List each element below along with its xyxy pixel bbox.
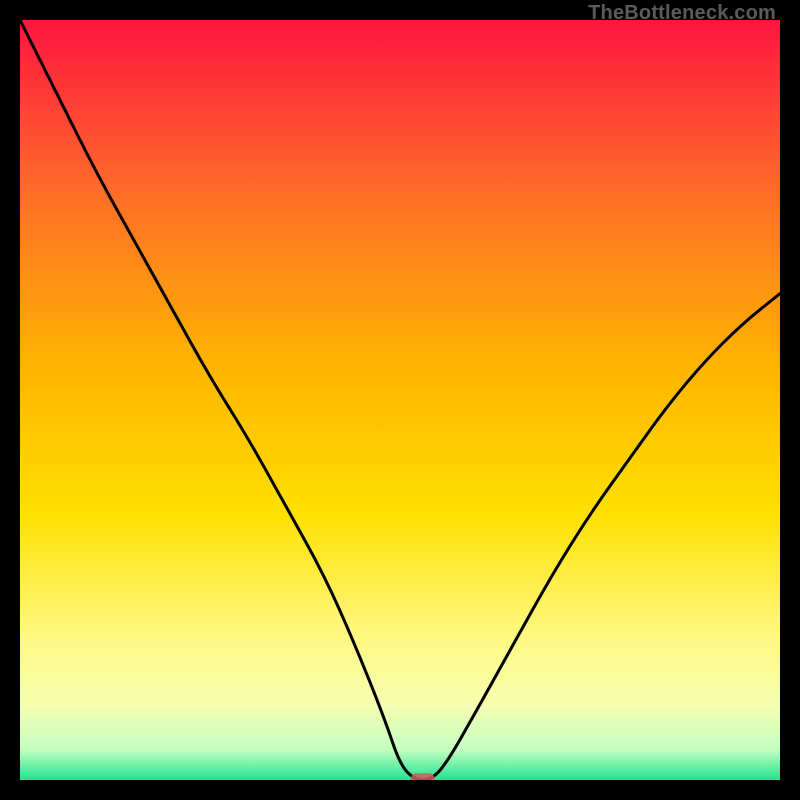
gradient-background (20, 20, 780, 780)
watermark-text: TheBottleneck.com (588, 2, 776, 25)
minimum-marker (411, 773, 435, 780)
chart-frame (20, 20, 780, 780)
chart-svg (20, 20, 780, 780)
